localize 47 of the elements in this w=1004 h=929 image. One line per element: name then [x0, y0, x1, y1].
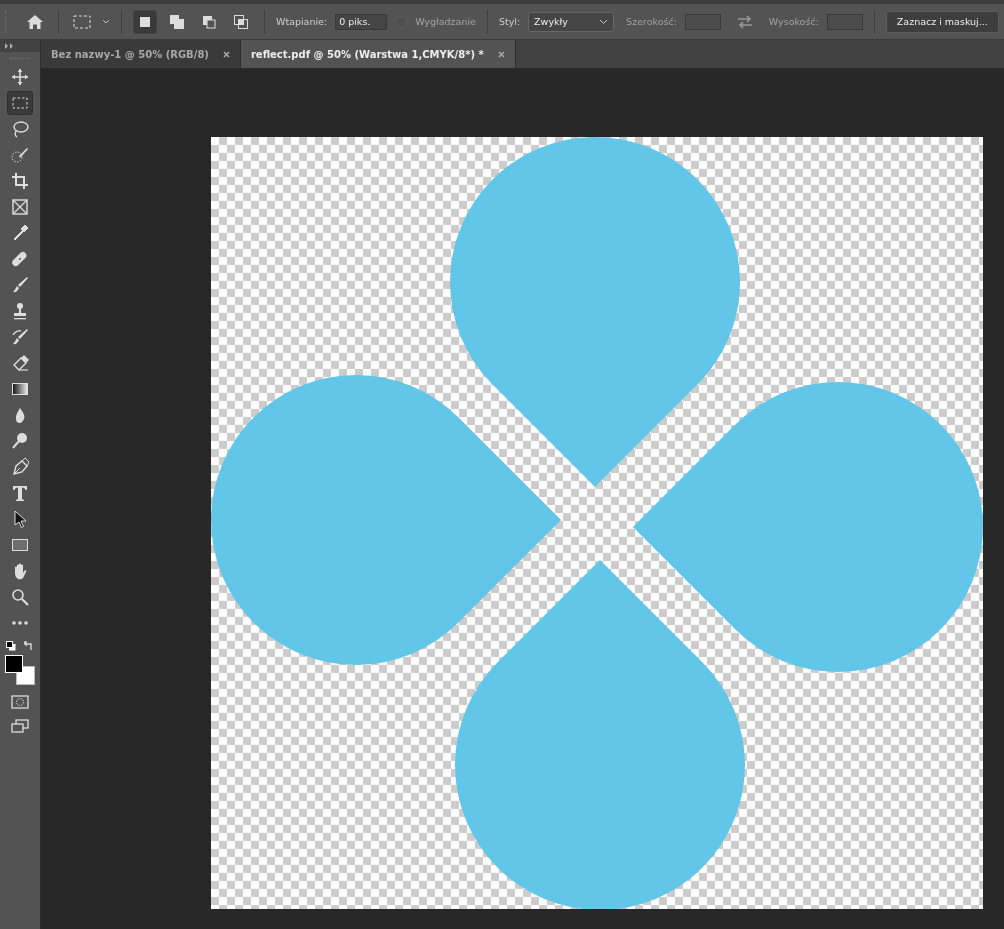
- marquee-icon: [11, 94, 29, 112]
- swap-icon[interactable]: [736, 14, 753, 29]
- eraser-icon: [11, 354, 29, 372]
- dodge-icon: [11, 432, 29, 450]
- quick-mask-icon[interactable]: [11, 695, 29, 709]
- quick-select-icon: [11, 146, 29, 164]
- feather-field[interactable]: 0 piks.: [335, 13, 388, 30]
- stamp-icon: [11, 302, 29, 320]
- rectangle-icon: [11, 536, 29, 554]
- eyedropper-icon: [11, 224, 29, 242]
- selection-mode-button[interactable]: [133, 9, 157, 34]
- home-icon[interactable]: [26, 13, 44, 30]
- close-icon[interactable]: [497, 50, 505, 58]
- crop-icon: [11, 172, 29, 190]
- zoom-icon: [11, 588, 29, 606]
- history-brush-icon: [11, 328, 29, 346]
- subtract-selection-icon: [201, 13, 217, 30]
- arrow-pointer-icon: [11, 510, 29, 528]
- screen-mode-icon[interactable]: [11, 719, 29, 733]
- caret-icon[interactable]: [102, 19, 110, 24]
- select-and-mask-button[interactable]: Zaznacz i maskuj...: [885, 10, 999, 33]
- lasso-icon: [11, 120, 29, 138]
- swap-colors-icon[interactable]: [24, 641, 34, 651]
- add-selection-icon: [169, 13, 185, 30]
- document-tab[interactable]: Bez nazwy-1 @ 50% (RGB/8): [41, 40, 241, 68]
- pen-icon: [11, 458, 29, 476]
- tool-button[interactable]: [7, 91, 33, 115]
- document-tab[interactable]: reflect.pdf @ 50% (Warstwa 1,CMYK/8*) *: [240, 40, 516, 68]
- intersect-selection-icon: [233, 13, 249, 30]
- style-dropdown[interactable]: Zwykły: [528, 11, 615, 32]
- close-icon[interactable]: [222, 50, 230, 58]
- marquee-icon[interactable]: [73, 14, 91, 29]
- width-label: Szerokość:: [626, 16, 677, 27]
- style-label: Styl:: [498, 16, 521, 27]
- default-colors-icon[interactable]: [6, 641, 16, 651]
- more-icon: [12, 621, 28, 625]
- height-label: Wysokość:: [768, 16, 819, 27]
- type-icon: [11, 484, 29, 502]
- gradient-icon: [11, 380, 29, 398]
- feather-label: Wtapianie:: [276, 16, 328, 27]
- antialias-label: Wygładzanie: [415, 16, 476, 27]
- color-swatches[interactable]: [5, 655, 35, 685]
- expand-icon[interactable]: [4, 43, 14, 49]
- move-icon: [11, 68, 29, 86]
- brush-icon: [11, 276, 29, 294]
- caret-icon: [599, 18, 609, 25]
- frame-icon: [11, 198, 29, 216]
